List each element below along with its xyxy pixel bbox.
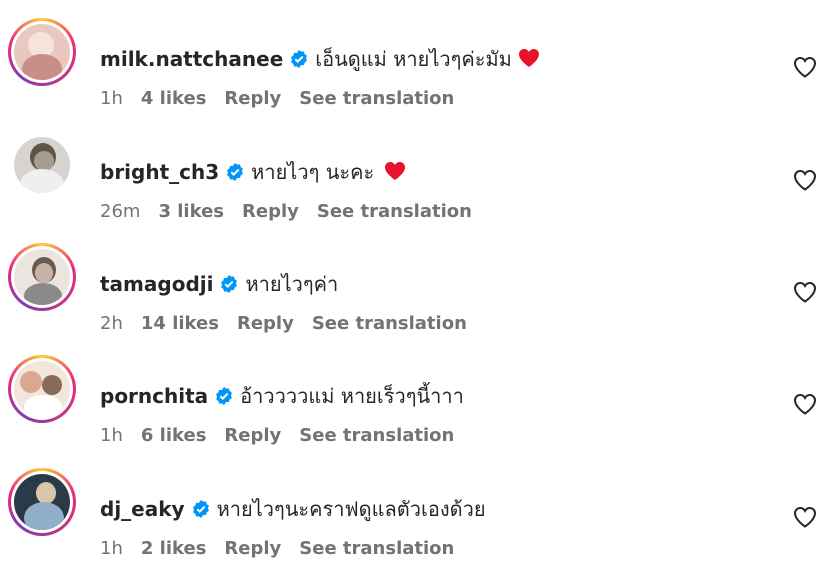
see-translation-link[interactable]: See translation xyxy=(317,201,472,222)
comment-item: tamagodji หายไวๆค่า 2h 14 likes Reply See tr… xyxy=(0,243,820,355)
comment-item: milk.nattchanee เอ็นดูแม่ หายไวๆค่ะมัม 1h… xyxy=(0,18,820,130)
comment-item: bright_ch3 หายไวๆ นะคะ 26m 3 likes Reply See… xyxy=(0,131,820,243)
reply-button[interactable]: Reply xyxy=(224,425,281,446)
avatar-no-ring[interactable] xyxy=(8,131,76,199)
heart-outline-icon[interactable] xyxy=(793,169,817,191)
heart-outline-icon[interactable] xyxy=(793,56,817,78)
reply-button[interactable]: Reply xyxy=(224,538,281,559)
comment-username[interactable]: dj_eaky xyxy=(100,497,185,521)
avatar xyxy=(14,474,70,530)
comment-text: อ้าววววแม่ หายเร็วๆนี้าาา xyxy=(240,384,464,408)
comment-timestamp: 26m xyxy=(100,201,141,222)
comment-text: หายไวๆ นะคะ xyxy=(251,160,375,184)
comment-item: dj_eaky หายไวๆนะคราฟดูแลตัวเองด้วย 1h 2 li… xyxy=(0,468,820,580)
comment-likes-count[interactable]: 2 likes xyxy=(141,538,207,559)
comment-likes-count[interactable]: 4 likes xyxy=(141,88,207,109)
verified-badge-icon xyxy=(291,50,308,68)
avatar-story-ring[interactable] xyxy=(8,18,76,86)
avatar-story-ring[interactable] xyxy=(8,468,76,536)
comment-username[interactable]: tamagodji xyxy=(100,272,213,296)
avatar xyxy=(14,249,70,305)
reply-button[interactable]: Reply xyxy=(224,88,281,109)
heart-outline-icon[interactable] xyxy=(793,393,817,415)
verified-badge-icon xyxy=(221,275,238,293)
comment-list: milk.nattchanee เอ็นดูแม่ หายไวๆค่ะมัม 1h… xyxy=(0,0,820,564)
reply-button[interactable]: Reply xyxy=(237,313,294,334)
comment-text: หายไวๆค่า xyxy=(245,272,339,296)
comment-timestamp: 1h xyxy=(100,88,123,109)
avatar xyxy=(14,24,70,80)
comment-username[interactable]: milk.nattchanee xyxy=(100,47,283,71)
comment-item: pornchita อ้าววววแม่ หายเร็วๆนี้าาา 1h 6 l… xyxy=(0,355,820,467)
comment-text: เอ็นดูแม่ หายไวๆค่ะมัม xyxy=(315,47,512,71)
verified-badge-icon xyxy=(192,500,209,518)
avatar xyxy=(14,137,70,193)
comment-text: หายไวๆนะคราฟดูแลตัวเองด้วย xyxy=(216,497,486,521)
comment-timestamp: 2h xyxy=(100,313,123,334)
comment-username[interactable]: pornchita xyxy=(100,384,208,408)
comment-likes-count[interactable]: 6 likes xyxy=(141,425,207,446)
see-translation-link[interactable]: See translation xyxy=(299,538,454,559)
heart-outline-icon[interactable] xyxy=(793,281,817,303)
red-heart-emoji-icon xyxy=(385,162,406,180)
verified-badge-icon xyxy=(216,387,233,405)
comment-timestamp: 1h xyxy=(100,538,123,559)
comment-likes-count[interactable]: 14 likes xyxy=(141,313,219,334)
verified-badge-icon xyxy=(227,163,244,181)
comment-likes-count[interactable]: 3 likes xyxy=(158,201,224,222)
avatar-story-ring[interactable] xyxy=(8,355,76,423)
reply-button[interactable]: Reply xyxy=(242,201,299,222)
heart-outline-icon[interactable] xyxy=(793,506,817,528)
see-translation-link[interactable]: See translation xyxy=(299,88,454,109)
comment-timestamp: 1h xyxy=(100,425,123,446)
avatar-story-ring[interactable] xyxy=(8,243,76,311)
red-heart-emoji-icon xyxy=(518,49,539,67)
avatar xyxy=(14,361,70,417)
comment-username[interactable]: bright_ch3 xyxy=(100,160,219,184)
see-translation-link[interactable]: See translation xyxy=(299,425,454,446)
see-translation-link[interactable]: See translation xyxy=(312,313,467,334)
